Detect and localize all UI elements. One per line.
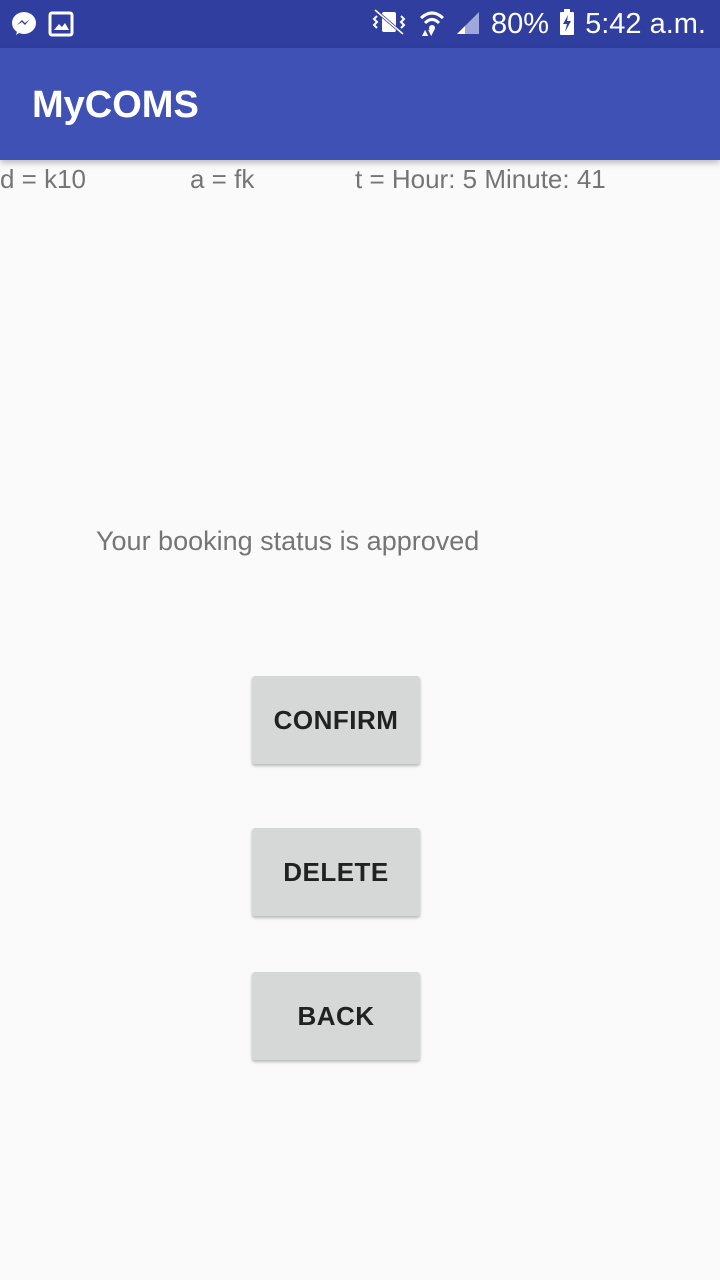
image-icon [48, 11, 74, 42]
vibrate-icon [369, 8, 409, 41]
battery-charging-icon [559, 8, 575, 41]
app-title: MyCOMS [32, 84, 199, 126]
info-a-label: a = fk [190, 164, 255, 194]
wifi-icon: ▲▼ [419, 8, 445, 41]
status-right: ▲▼ 80% 5:42 a.m. [369, 0, 706, 48]
info-t-label: t = Hour: 5 Minute: 41 [355, 164, 606, 194]
status-left-icons [10, 10, 74, 43]
info-d-label: d = k10 [0, 164, 87, 194]
status-bar: ▲▼ 80% 5:42 a.m. [0, 0, 720, 48]
booking-status-message: Your booking status is approved [96, 526, 480, 556]
messenger-icon [10, 10, 38, 43]
battery-percent: 80% [491, 7, 550, 40]
signal-icon [455, 8, 481, 41]
svg-text:▲▼: ▲▼ [422, 28, 435, 36]
clock: 5:42 a.m. [585, 7, 706, 40]
delete-button[interactable]: DELETE [252, 828, 420, 916]
back-button[interactable]: BACK [252, 972, 420, 1060]
confirm-button[interactable]: CONFIRM [252, 676, 420, 764]
app-bar: MyCOMS [0, 48, 720, 160]
